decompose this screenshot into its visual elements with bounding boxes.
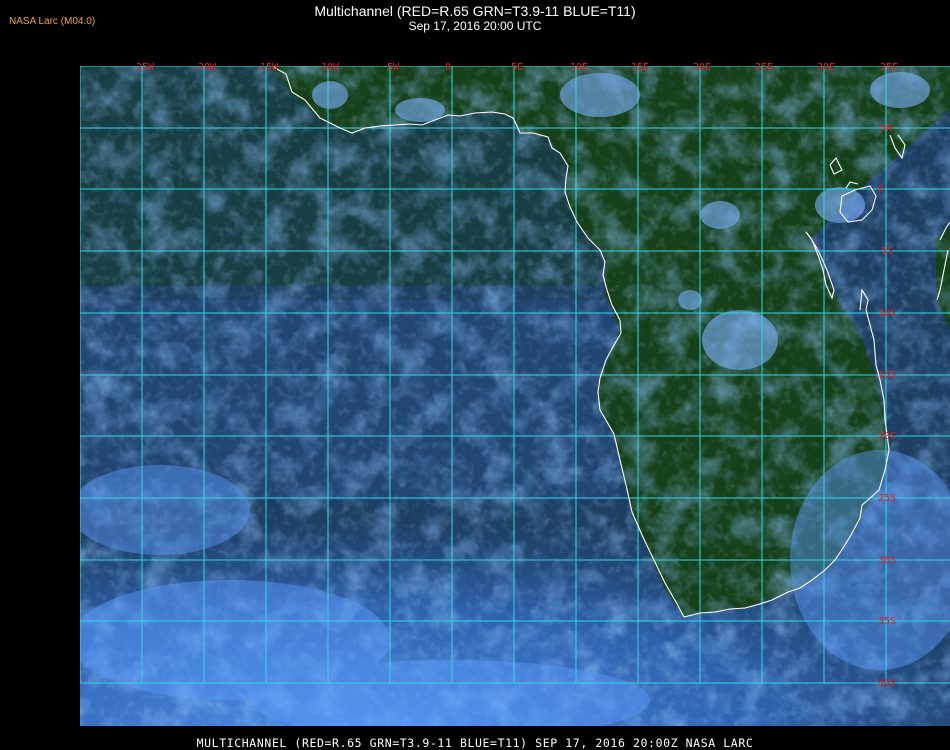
lon-label: 25E — [755, 62, 773, 73]
lon-label: 10W — [321, 62, 340, 73]
lat-label: 10S — [878, 308, 896, 319]
satellite-map: 25W 20W 15W 10W 5W 0 5E 10E 15E 20E 25E … — [80, 62, 950, 726]
lat-label: 15S — [878, 370, 896, 381]
lat-label: 0 — [878, 184, 884, 195]
lon-label: 10E — [570, 62, 588, 73]
footer-caption: MULTICHANNEL (RED=R.65 GRN=T3.9-11 BLUE=… — [196, 736, 754, 750]
lat-label: 25S — [878, 493, 896, 504]
lat-label: 30S — [878, 555, 896, 566]
lat-label: 5S — [881, 246, 893, 257]
lon-label: 5E — [511, 62, 523, 73]
lon-label: 0 — [445, 62, 451, 73]
lat-label: 5N — [880, 123, 892, 134]
lon-label: 20W — [198, 62, 217, 73]
lon-label: 15W — [260, 62, 279, 73]
lon-label: 30E — [817, 62, 835, 73]
lat-label: 20S — [878, 431, 896, 442]
lon-label: 25W — [136, 62, 155, 73]
lon-label: 5W — [387, 62, 400, 73]
lat-label: 40S — [878, 678, 896, 689]
lon-label: 15E — [631, 62, 649, 73]
lat-label: 35S — [878, 616, 896, 627]
lon-label: 20E — [693, 62, 711, 73]
lon-label: 35E — [880, 62, 898, 73]
